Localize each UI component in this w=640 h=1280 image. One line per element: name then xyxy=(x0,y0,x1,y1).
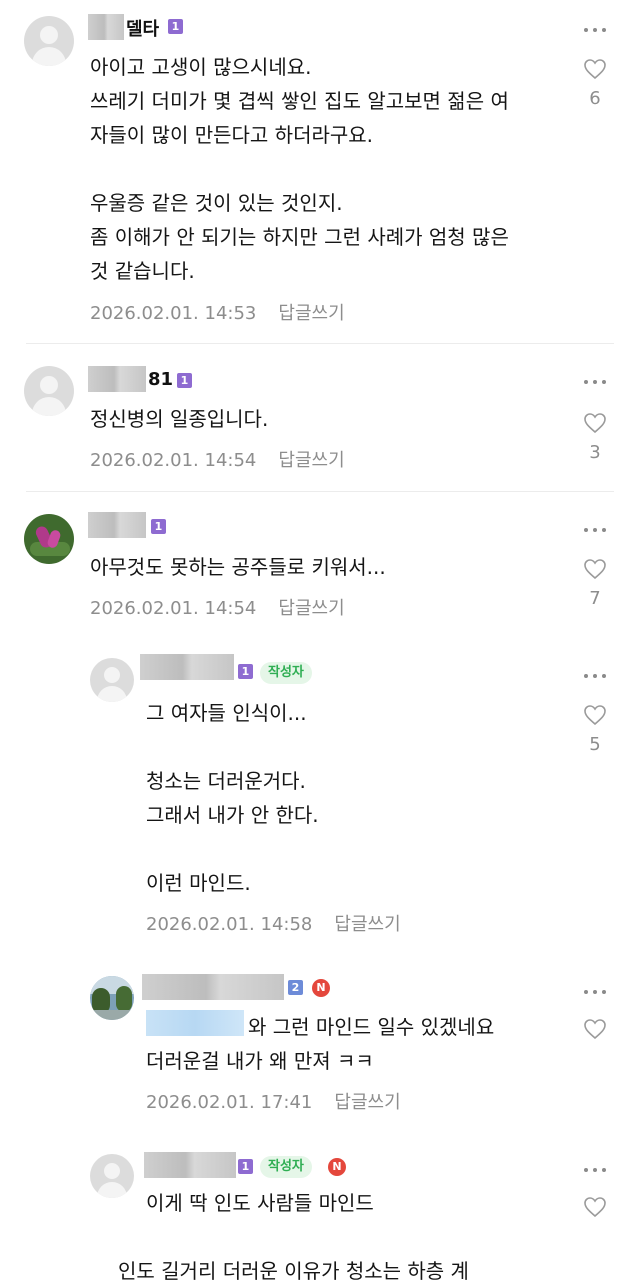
new-badge: N xyxy=(328,1158,346,1176)
like-button[interactable]: 3 xyxy=(580,412,610,463)
level-badge: 2 xyxy=(288,980,303,995)
heart-icon xyxy=(584,59,606,80)
more-dots-icon[interactable] xyxy=(584,1168,606,1174)
default-avatar-icon[interactable] xyxy=(90,658,134,702)
new-badge: N xyxy=(312,979,330,997)
comment-item: 델타 1 아이고 고생이 많으시네요. 쓰레기 더미가 몇 겹씩 쌓인 집도 알… xyxy=(0,0,640,340)
comment-line: 와 그런 마인드 일수 있겠네요 xyxy=(248,1015,495,1039)
level-badge: 1 xyxy=(177,373,192,388)
nickname-redacted xyxy=(88,366,146,392)
nickname[interactable]: 델타 xyxy=(126,15,159,41)
like-button[interactable] xyxy=(580,1018,610,1040)
level-badge: 1 xyxy=(238,664,253,679)
level-badge: 1 xyxy=(151,519,166,534)
reply-button[interactable]: 답글쓰기 xyxy=(278,450,344,471)
comment-meta: 2026.02.01. 17:41 답글쓰기 xyxy=(146,1088,401,1114)
comment-item: 1 아무것도 못하는 공주들로 키워서... 2026.02.01. 14:54… xyxy=(0,492,640,642)
comment-line: 것 같습니다. xyxy=(90,259,195,283)
comment-line: 청소는 더러운거다. xyxy=(146,769,306,793)
like-count: 3 xyxy=(589,442,601,463)
heart-icon xyxy=(584,1197,606,1218)
heart-icon xyxy=(584,559,606,580)
nickname-redacted xyxy=(88,512,146,538)
comment-line: 더러운걸 내가 왜 만져 ㅋㅋ xyxy=(146,1049,374,1073)
mention-redacted[interactable] xyxy=(146,1010,244,1036)
more-dots-icon[interactable] xyxy=(584,28,606,34)
nickname-redacted xyxy=(140,654,234,680)
comment-line: 이게 딱 인도 사람들 마인드 xyxy=(146,1191,374,1215)
like-count: 7 xyxy=(589,588,601,609)
level-badge: 1 xyxy=(238,1159,253,1174)
like-button[interactable] xyxy=(580,1196,610,1218)
nickname-redacted xyxy=(142,974,284,1000)
reply-button[interactable]: 답글쓰기 xyxy=(278,598,344,619)
reply-button[interactable]: 답글쓰기 xyxy=(278,303,344,324)
comment-line: 자들이 많이 만든다고 하더라구요. xyxy=(90,123,374,147)
comment-line: 아이고 고생이 많으시네요. xyxy=(90,55,312,79)
author-badge: 작성자 xyxy=(260,662,312,684)
more-dots-icon[interactable] xyxy=(584,380,606,386)
heart-icon xyxy=(584,1019,606,1040)
level-badge: 1 xyxy=(168,19,183,34)
default-avatar-icon[interactable] xyxy=(90,1154,134,1198)
like-count: 6 xyxy=(589,88,601,109)
timestamp: 2026.02.01. 14:54 xyxy=(90,598,257,619)
timestamp: 2026.02.01. 14:54 xyxy=(90,450,257,471)
nickname-redacted xyxy=(144,1152,236,1178)
reply-item: 1 작성자 그 여자들 인식이... 청소는 더러운거다. 그래서 내가 안 한… xyxy=(0,642,640,958)
timestamp: 2026.02.01. 14:53 xyxy=(90,303,257,324)
like-button[interactable]: 7 xyxy=(580,558,610,609)
like-button[interactable]: 5 xyxy=(580,704,610,755)
comment-line: 그래서 내가 안 한다. xyxy=(146,803,319,827)
like-count: 5 xyxy=(589,734,601,755)
comment-meta: 2026.02.01. 14:54 답글쓰기 xyxy=(90,594,345,620)
comment-line: 인도 길거리 더러운 이유가 청소는 하층 계 xyxy=(118,1259,469,1280)
comment-list: 델타 1 아이고 고생이 많으시네요. 쓰레기 더미가 몇 겹씩 쌓인 집도 알… xyxy=(0,0,640,1280)
comment-item: 81 1 정신병의 일종입니다. 2026.02.01. 14:54 답글쓰기 3 xyxy=(0,344,640,492)
default-avatar-icon[interactable] xyxy=(24,366,74,416)
like-button[interactable]: 6 xyxy=(580,58,610,109)
more-dots-icon[interactable] xyxy=(584,990,606,996)
timestamp: 2026.02.01. 17:41 xyxy=(146,1092,313,1113)
comment-line: 좀 이해가 안 되기는 하지만 그런 사례가 엄청 많은 xyxy=(90,225,509,249)
comment-meta: 2026.02.01. 14:53 답글쓰기 xyxy=(90,299,345,325)
profile-photo-avatar[interactable] xyxy=(90,976,134,1020)
reply-button[interactable]: 답글쓰기 xyxy=(334,914,400,935)
heart-icon xyxy=(584,413,606,434)
comment-text: 정신병의 일종입니다. xyxy=(90,407,269,431)
comment-meta: 2026.02.01. 14:58 답글쓰기 xyxy=(146,910,401,936)
nickname-redacted xyxy=(88,14,124,40)
comment-text: 아무것도 못하는 공주들로 키워서... xyxy=(90,555,386,579)
comment-line: 쓰레기 더미가 몇 겹씩 쌓인 집도 알고보면 젊은 여 xyxy=(90,89,509,113)
reply-item: 1 작성자 N 이게 딱 인도 사람들 마인드 인도 길거리 더러운 이유가 청… xyxy=(0,1138,640,1280)
reply-item: 2 N 와 그런 마인드 일수 있겠네요 더러운걸 내가 왜 만져 ㅋㅋ 202… xyxy=(0,958,640,1138)
more-dots-icon[interactable] xyxy=(584,528,606,534)
comment-line: 우울증 같은 것이 있는 것인지. xyxy=(90,191,343,215)
comment-line: 그 여자들 인식이... xyxy=(146,701,307,725)
heart-icon xyxy=(584,705,606,726)
more-dots-icon[interactable] xyxy=(584,674,606,680)
comment-line: 이런 마인드. xyxy=(146,871,251,895)
timestamp: 2026.02.01. 14:58 xyxy=(146,914,313,935)
default-avatar-icon[interactable] xyxy=(24,16,74,66)
reply-button[interactable]: 답글쓰기 xyxy=(334,1092,400,1113)
nickname[interactable]: 81 xyxy=(148,369,173,390)
author-badge: 작성자 xyxy=(260,1156,312,1178)
comment-meta: 2026.02.01. 14:54 답글쓰기 xyxy=(90,446,345,472)
profile-photo-avatar[interactable] xyxy=(24,514,74,564)
